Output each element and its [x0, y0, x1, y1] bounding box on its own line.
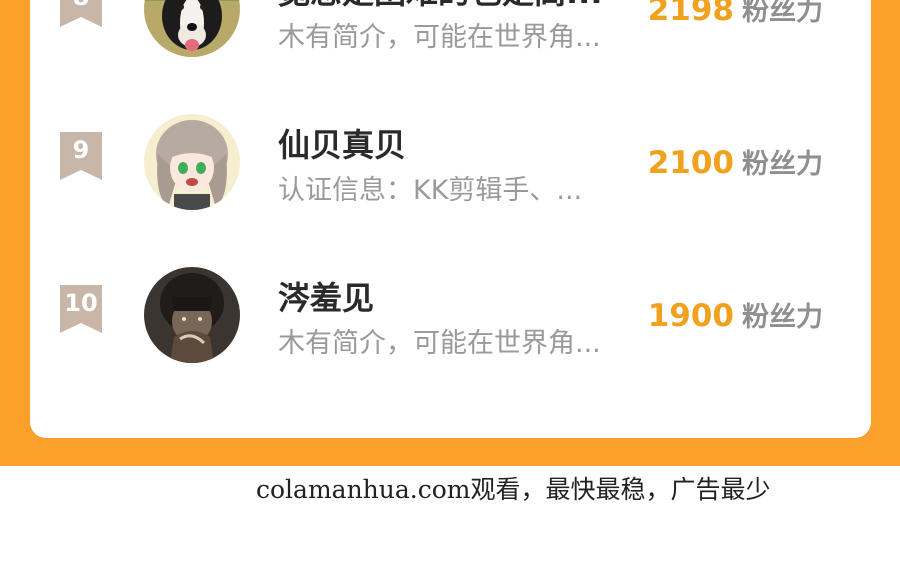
rank-number: 10 [64, 289, 98, 317]
avatar[interactable] [144, 0, 240, 57]
ranking-frame: 8 宽恕是困难的也是高... 木有简介，可能在世界角... 2198粉 [0, 0, 900, 466]
fans-score: 2100 粉丝力 [648, 142, 823, 181]
ranking-row[interactable]: 8 宽恕是困难的也是高... 木有简介，可能在世界角... 2198粉 [30, 0, 871, 69]
fans-number: 1900 [647, 298, 734, 334]
ranking-row[interactable]: 10 涔羞见 木有简介，可能在世界角... 1900 粉丝力 [30, 265, 871, 375]
user-name[interactable]: 仙贝真贝 [278, 120, 406, 166]
fans-number: 2100 [647, 145, 734, 181]
watermark-caption: colamanhua.com观看，最快最稳，广告最少 [256, 475, 771, 504]
ranking-row[interactable]: 9 仙贝真贝 认证信息：KK剪辑手、... 2100 粉丝力 [30, 112, 871, 222]
user-name[interactable]: 涔羞见 [278, 273, 374, 319]
anime-girl-avatar-icon [144, 114, 240, 210]
fans-score: 1900 粉丝力 [648, 295, 823, 334]
user-description: 木有简介，可能在世界角... [278, 328, 601, 359]
fans-unit: 粉丝力 [742, 0, 823, 27]
fans-unit: 粉丝力 [742, 149, 823, 180]
fans-unit: 粉丝力 [742, 302, 823, 333]
rank-number: 9 [72, 136, 90, 164]
rank-number: 8 [60, 0, 102, 11]
dog-avatar-icon [144, 0, 240, 57]
avatar[interactable] [144, 267, 240, 363]
user-name[interactable]: 宽恕是困难的也是高... [278, 0, 602, 13]
user-description: 认证信息：KK剪辑手、... [278, 175, 583, 206]
rank-badge: 10 [60, 285, 102, 335]
fans-score: 2198 粉丝力 [648, 0, 823, 28]
rank-badge: 9 [60, 132, 102, 182]
user-description: 木有简介，可能在世界角... [278, 22, 601, 53]
avatar[interactable] [144, 114, 240, 210]
rank-badge: 8 [60, 0, 102, 29]
ranking-card: 8 宽恕是困难的也是高... 木有简介，可能在世界角... 2198粉 [30, 0, 871, 438]
dark-anime-avatar-icon [144, 267, 240, 363]
fans-number: 2198 [647, 0, 734, 28]
